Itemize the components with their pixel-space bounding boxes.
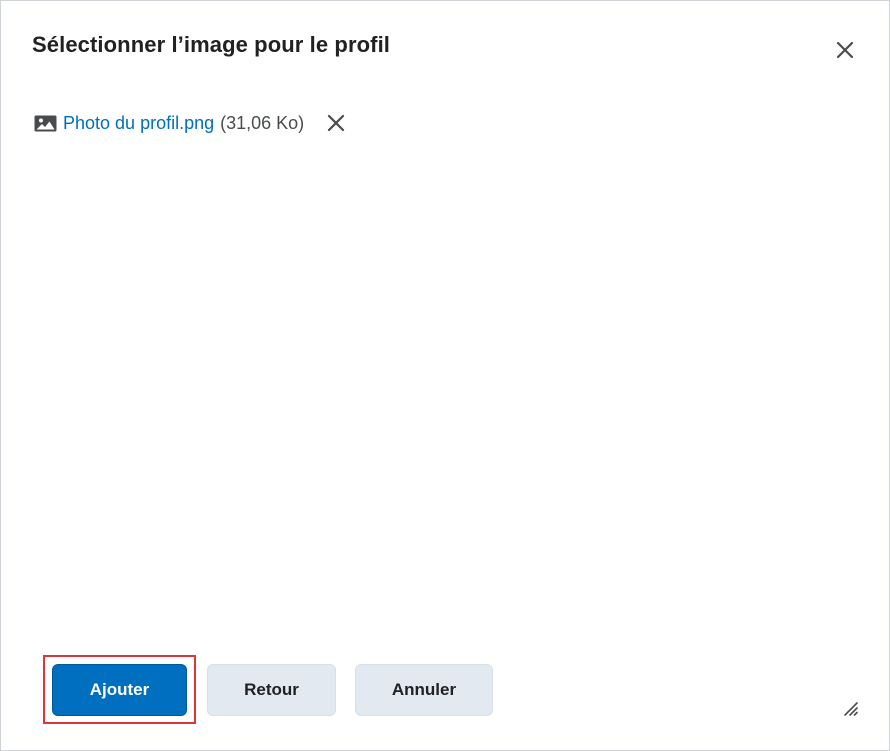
back-button[interactable]: Retour bbox=[207, 663, 336, 716]
selected-file: Photo du profil.png (31,06 Ko) bbox=[34, 109, 346, 137]
file-size: (31,06 Ko) bbox=[220, 112, 305, 133]
image-icon bbox=[34, 115, 57, 131]
dialog-title: Sélectionner l’image pour le profil bbox=[32, 32, 391, 57]
highlight-frame: Ajouter bbox=[43, 655, 196, 724]
close-dialog-button[interactable] bbox=[835, 40, 855, 60]
resize-handle[interactable] bbox=[841, 699, 859, 717]
remove-file-button[interactable] bbox=[326, 113, 346, 133]
close-icon bbox=[328, 114, 345, 132]
cancel-button[interactable]: Annuler bbox=[355, 663, 493, 716]
file-name-link[interactable]: Photo du profil.png bbox=[63, 113, 214, 134]
dialog: Sélectionner l’image pour le profil Phot… bbox=[0, 0, 890, 751]
dialog-footer: Ajouter Retour Annuler bbox=[43, 655, 493, 724]
resize-grip-icon bbox=[844, 702, 858, 716]
add-button[interactable]: Ajouter bbox=[52, 663, 187, 716]
close-icon bbox=[836, 41, 854, 59]
